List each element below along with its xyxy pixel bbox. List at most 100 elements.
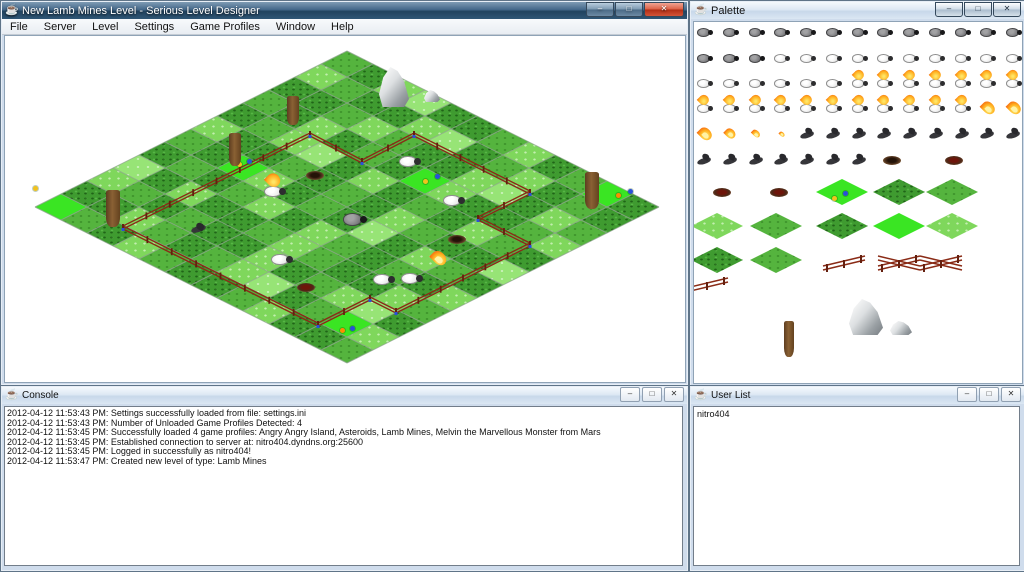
grass-tile-dark[interactable] — [873, 179, 925, 205]
sheep-gray-sprite[interactable] — [826, 27, 842, 38]
sheep-burning-sprite[interactable] — [1006, 78, 1022, 89]
sheep-burning-sprite[interactable] — [877, 78, 893, 89]
sheep-burning-sprite[interactable] — [877, 103, 893, 114]
tree-sprite[interactable] — [71, 147, 155, 227]
sheep-white-sprite[interactable] — [443, 193, 465, 208]
flame-sprite[interactable] — [753, 129, 760, 139]
sheep-burning-sprite[interactable] — [903, 78, 919, 89]
sheep-gray-sprite[interactable] — [852, 27, 868, 38]
rock-small-sprite[interactable] — [890, 321, 912, 335]
fence-piece-cross[interactable] — [876, 251, 922, 273]
user-list-item[interactable]: nitro404 — [697, 409, 1016, 419]
tree-sprite[interactable] — [550, 129, 634, 209]
sheep-gray-sprite[interactable] — [800, 27, 816, 38]
grass-tile[interactable] — [750, 213, 802, 239]
sheep-gray-sprite[interactable] — [697, 53, 713, 64]
crow-sprite[interactable] — [877, 129, 894, 140]
sheep-gray-sprite[interactable] — [980, 27, 996, 38]
sheep-burning-sprite[interactable] — [929, 78, 945, 89]
sheep-burning-sprite[interactable] — [929, 103, 945, 114]
sheep-gray-sprite[interactable] — [697, 27, 713, 38]
user-list-area[interactable]: nitro404 — [693, 406, 1020, 566]
crow-sprite[interactable] — [851, 155, 868, 166]
minimize-button[interactable]: – — [620, 387, 640, 402]
sheep-gray-sprite[interactable] — [929, 27, 945, 38]
flame-sprite[interactable] — [1008, 100, 1020, 116]
sheep-gray-sprite[interactable] — [903, 27, 919, 38]
grass-tile-bright[interactable] — [816, 179, 868, 205]
palette-canvas[interactable] — [693, 21, 1023, 384]
console-titlebar[interactable]: ☕ Console –□✕ — [2, 387, 687, 404]
maximize-button[interactable]: □ — [964, 2, 992, 17]
crow-sprite[interactable] — [851, 129, 868, 140]
sheep-white-sprite[interactable] — [697, 78, 713, 89]
minimize-button[interactable]: – — [935, 2, 963, 17]
flame-sprite[interactable] — [432, 249, 446, 267]
grass-tile-dark[interactable] — [816, 213, 868, 239]
flower-orange[interactable] — [340, 328, 345, 333]
sheep-gray-sprite[interactable] — [877, 27, 893, 38]
fence-piece[interactable] — [821, 251, 867, 273]
close-button[interactable]: ✕ — [993, 2, 1021, 17]
menu-game-profiles[interactable]: Game Profiles — [182, 20, 268, 34]
mine-hole-sprite[interactable] — [306, 171, 324, 180]
crow-sprite[interactable] — [954, 129, 971, 140]
palette-titlebar[interactable]: ☕ Palette –□✕ — [691, 2, 1024, 19]
close-button[interactable]: ✕ — [644, 2, 684, 17]
sheep-burning-sprite[interactable] — [749, 103, 765, 114]
sheep-gray-sprite[interactable] — [1006, 27, 1022, 38]
sheep-white-sprite[interactable] — [373, 272, 395, 287]
flower-yellow[interactable] — [423, 179, 428, 184]
userlist-titlebar[interactable]: ☕ User List –□✕ — [691, 387, 1024, 404]
crow-sprite[interactable] — [800, 129, 817, 140]
grass-tile-bright[interactable] — [873, 213, 925, 239]
crow-sprite[interactable] — [748, 155, 765, 166]
close-button[interactable]: ✕ — [664, 387, 684, 402]
sheep-burning-sprite[interactable] — [955, 103, 971, 114]
sheep-white-sprite[interactable] — [800, 78, 816, 89]
sheep-white-sprite[interactable] — [1006, 53, 1022, 64]
crow-sprite[interactable] — [722, 155, 739, 166]
sheep-burning-sprite[interactable] — [980, 78, 996, 89]
flower-blue[interactable] — [350, 326, 355, 331]
mine-hole-red-sprite[interactable] — [770, 188, 788, 197]
flower-blue[interactable] — [843, 191, 848, 196]
crow-sprite[interactable] — [825, 155, 842, 166]
flame-sprite[interactable] — [982, 100, 994, 116]
sheep-gray-sprite[interactable] — [749, 27, 765, 38]
mine-hole-red-sprite[interactable] — [713, 188, 731, 197]
crow-sprite[interactable] — [190, 223, 208, 235]
sheep-burning-sprite[interactable] — [800, 103, 816, 114]
grass-tile[interactable] — [750, 247, 802, 273]
maximize-button[interactable]: □ — [615, 2, 643, 17]
sheep-burning-sprite[interactable] — [826, 103, 842, 114]
close-button[interactable]: ✕ — [1001, 387, 1021, 402]
sheep-white-sprite[interactable] — [980, 53, 996, 64]
sheep-white-sprite[interactable] — [749, 78, 765, 89]
menu-file[interactable]: File — [2, 20, 36, 34]
menu-level[interactable]: Level — [84, 20, 126, 34]
sheep-white-sprite[interactable] — [929, 53, 945, 64]
sheep-white-sprite[interactable] — [800, 53, 816, 64]
grass-tile-light[interactable] — [693, 213, 743, 239]
grass-tile-dark[interactable] — [693, 247, 743, 273]
sheep-burning-sprite[interactable] — [955, 78, 971, 89]
flower-blue[interactable] — [435, 174, 440, 179]
crow-sprite[interactable] — [697, 155, 714, 166]
sheep-white-sprite[interactable] — [271, 252, 293, 267]
sheep-white-sprite[interactable] — [877, 53, 893, 64]
sheep-white-sprite[interactable] — [774, 78, 790, 89]
flame-sprite[interactable] — [780, 131, 785, 138]
main-titlebar[interactable]: ☕ New Lamb Mines Level - Serious Level D… — [2, 2, 687, 19]
sheep-gray-sprite[interactable] — [723, 27, 739, 38]
maximize-button[interactable]: □ — [979, 387, 999, 402]
sheep-burning-sprite[interactable] — [723, 103, 739, 114]
minimize-button[interactable]: – — [957, 387, 977, 402]
mine-hole-sprite[interactable] — [883, 156, 901, 165]
sheep-white-sprite[interactable] — [955, 53, 971, 64]
crow-sprite[interactable] — [903, 129, 920, 140]
menu-window[interactable]: Window — [268, 20, 323, 34]
sheep-burning-sprite[interactable] — [774, 103, 790, 114]
sheep-burning-sprite[interactable] — [697, 103, 713, 114]
sheep-burning-sprite[interactable] — [852, 103, 868, 114]
